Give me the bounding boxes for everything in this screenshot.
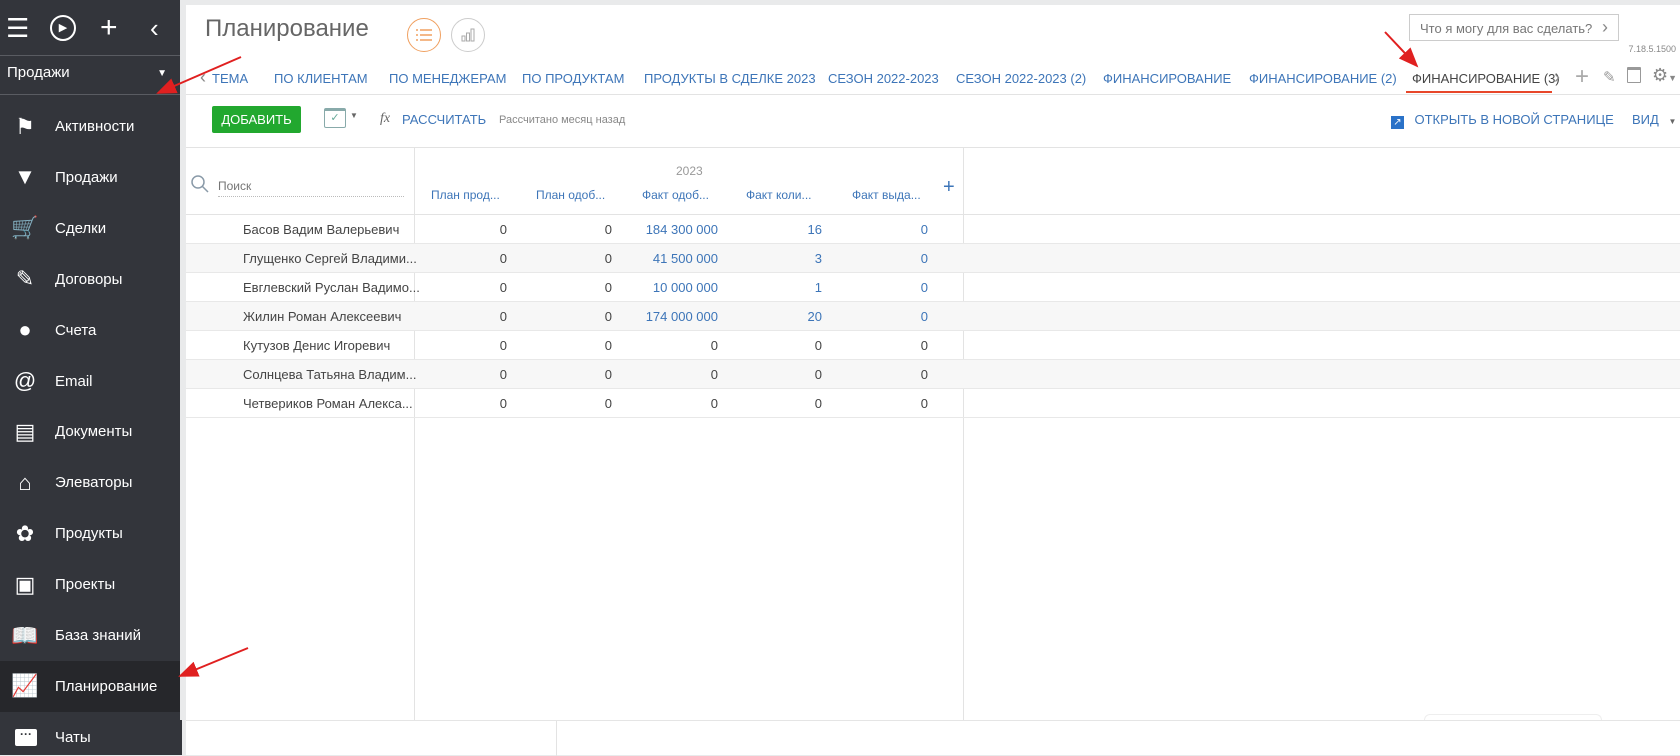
annotation-arrow [1384, 31, 1419, 68]
annotation-arrows [156, 31, 1419, 677]
annotation-arrow [178, 647, 249, 677]
annotation-arrow [156, 56, 242, 94]
